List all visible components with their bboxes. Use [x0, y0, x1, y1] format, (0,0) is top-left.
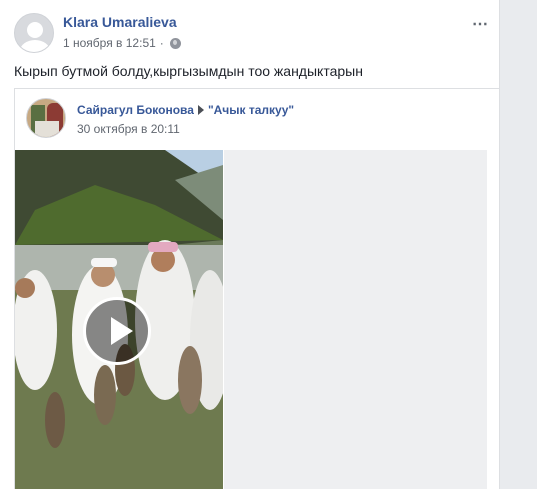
- more-options-icon[interactable]: ⋯: [472, 14, 489, 34]
- held-animal: [178, 346, 202, 414]
- avatar-placeholder-head: [27, 22, 43, 38]
- shared-timestamp[interactable]: 30 октября в 20:11: [77, 122, 180, 136]
- post-text: Кырып бутмой болду,кыргызымдын тоо жанды…: [14, 63, 363, 79]
- held-animal: [45, 392, 65, 448]
- feed-page: Klara Umaralieva 1 ноября в 12:51 · ⋯ Кы…: [0, 0, 537, 489]
- arrow-right-icon: [197, 105, 204, 115]
- avatar-photo-part: [35, 121, 59, 137]
- post-card: Klara Umaralieva 1 ноября в 12:51 · ⋯ Кы…: [0, 0, 500, 489]
- avatar-placeholder-body: [20, 40, 50, 52]
- shared-author-avatar[interactable]: [26, 98, 66, 138]
- right-column: [509, 0, 537, 489]
- globe-icon[interactable]: [169, 37, 181, 49]
- shared-author-line: Сайрагул Боконова "Ачык талкуу": [77, 103, 294, 117]
- white-headscarf: [91, 258, 117, 267]
- post-author-name[interactable]: Klara Umaralieva: [63, 14, 177, 30]
- post-meta: 1 ноября в 12:51 ·: [63, 36, 181, 50]
- pink-headscarf: [148, 242, 178, 252]
- post-timestamp[interactable]: 1 ноября в 12:51: [63, 36, 156, 50]
- held-animal: [94, 365, 116, 425]
- play-button-icon[interactable]: [83, 297, 151, 365]
- shared-group-name[interactable]: "Ачык талкуу": [208, 103, 294, 117]
- person-face: [15, 278, 35, 298]
- shared-author-name[interactable]: Сайрагул Боконова: [77, 103, 194, 117]
- author-avatar[interactable]: [14, 13, 54, 53]
- separator-dot: ·: [159, 36, 164, 50]
- video-letterbox: [224, 150, 487, 489]
